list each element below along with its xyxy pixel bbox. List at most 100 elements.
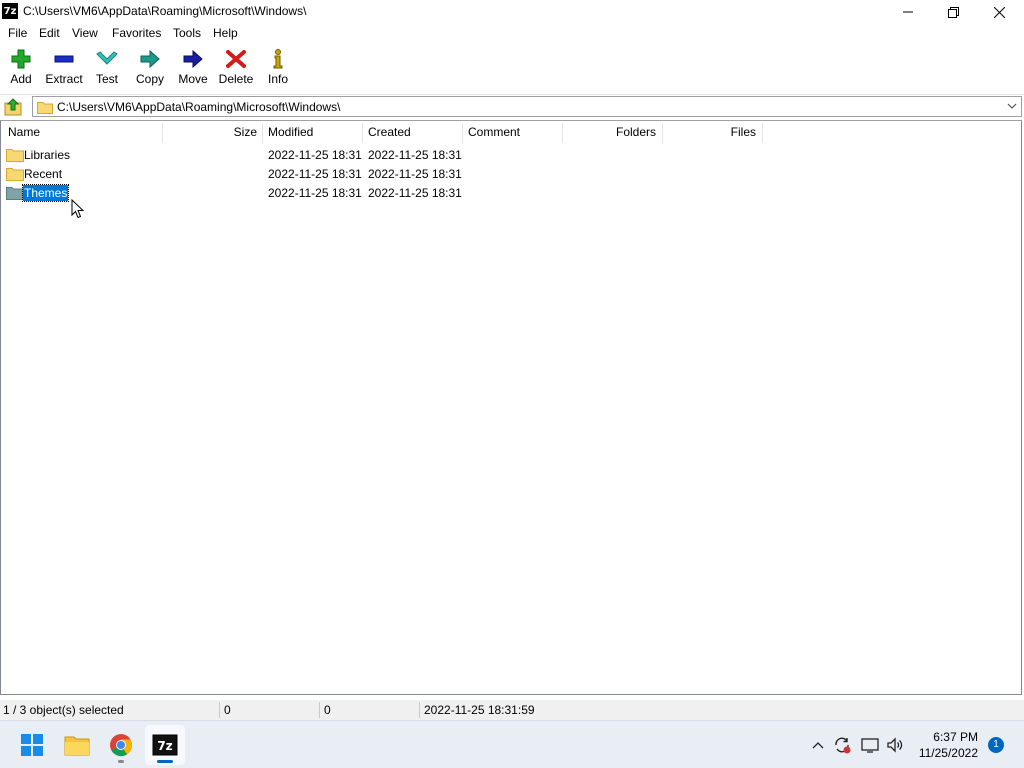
sync-error-icon bbox=[835, 737, 851, 754]
column-comment[interactable]: Comment bbox=[462, 121, 562, 143]
selection-status: 1 / 3 object(s) selected bbox=[3, 703, 124, 717]
column-divider[interactable] bbox=[762, 123, 763, 143]
file-explorer-icon bbox=[64, 736, 90, 756]
move-label: Move bbox=[178, 72, 208, 86]
chevron-down-icon bbox=[1007, 103, 1017, 109]
list-item[interactable]: Libraries 2022-11-25 18:31 2022-11-25 18… bbox=[1, 146, 1021, 165]
move-button[interactable]: Move bbox=[171, 48, 215, 92]
column-folders[interactable]: Folders bbox=[562, 121, 662, 143]
copy-icon bbox=[140, 49, 160, 69]
item-created: 2022-11-25 18:31 bbox=[368, 167, 462, 181]
column-files[interactable]: Files bbox=[662, 121, 762, 143]
file-list[interactable]: Name Size Modified Created Comment Folde… bbox=[0, 120, 1022, 695]
clock[interactable]: 6:37 PM 11/25/2022 bbox=[919, 729, 978, 761]
file-explorer-button[interactable] bbox=[57, 725, 97, 765]
status-timestamp: 2022-11-25 18:31:59 bbox=[424, 703, 535, 717]
item-modified: 2022-11-25 18:31 bbox=[268, 167, 362, 181]
test-label: Test bbox=[95, 72, 118, 86]
folder-icon bbox=[6, 149, 24, 162]
column-name[interactable]: Name bbox=[2, 121, 162, 143]
chrome-button[interactable] bbox=[101, 725, 141, 765]
folder-icon bbox=[6, 168, 24, 181]
info-label: Info bbox=[267, 72, 288, 86]
status-packed-size: 0 bbox=[324, 703, 331, 717]
speaker-icon bbox=[887, 737, 903, 753]
svg-text:7z: 7z bbox=[157, 739, 172, 753]
minimize-button[interactable] bbox=[885, 0, 931, 24]
address-bar[interactable]: C:\Users\VM6\AppData\Roaming\Microsoft\W… bbox=[32, 96, 1022, 117]
add-button[interactable]: Add bbox=[0, 48, 43, 92]
column-created[interactable]: Created bbox=[362, 121, 462, 143]
close-icon bbox=[993, 6, 1005, 18]
list-item-selected[interactable]: Themes 2022-11-25 18:31 2022-11-25 18:31 bbox=[1, 184, 1021, 203]
test-button[interactable]: Test bbox=[85, 48, 129, 92]
7zip-icon: 7z bbox=[152, 734, 178, 756]
close-button[interactable] bbox=[976, 0, 1022, 24]
clock-date: 11/25/2022 bbox=[918, 746, 978, 760]
extract-button[interactable]: Extract bbox=[42, 48, 86, 92]
7zip-taskbar-button[interactable]: 7z bbox=[145, 725, 185, 765]
menu-help[interactable]: Help bbox=[213, 26, 238, 40]
title-bar: 7z C:\Users\VM6\AppData\Roaming\Microsof… bbox=[0, 0, 1024, 24]
list-item[interactable]: Recent 2022-11-25 18:31 2022-11-25 18:31 bbox=[1, 165, 1021, 184]
start-button[interactable] bbox=[12, 725, 52, 765]
network-icon bbox=[861, 738, 879, 753]
running-indicator bbox=[157, 760, 173, 763]
info-icon bbox=[273, 49, 283, 69]
7zip-app-icon[interactable]: 7z bbox=[2, 3, 18, 19]
volume-button[interactable] bbox=[885, 735, 905, 755]
up-folder-icon bbox=[4, 98, 22, 116]
show-hidden-icons-button[interactable] bbox=[808, 735, 828, 755]
info-button[interactable]: Info bbox=[256, 48, 300, 92]
add-label: Add bbox=[10, 72, 32, 86]
test-icon bbox=[96, 51, 118, 65]
column-modified[interactable]: Modified bbox=[262, 121, 362, 143]
extract-label: Extract bbox=[45, 72, 83, 86]
address-path: C:\Users\VM6\AppData\Roaming\Microsoft\W… bbox=[57, 100, 341, 114]
restore-icon bbox=[947, 6, 959, 18]
menu-bar: File Edit View Favorites Tools Help bbox=[0, 24, 1024, 42]
item-created: 2022-11-25 18:31 bbox=[368, 148, 462, 162]
delete-label: Delete bbox=[218, 72, 254, 86]
notification-badge[interactable]: 1 bbox=[988, 737, 1004, 753]
clock-time: 6:37 PM bbox=[933, 730, 978, 744]
move-icon bbox=[183, 49, 203, 69]
restore-button[interactable] bbox=[930, 0, 976, 24]
sync-status-button[interactable] bbox=[832, 735, 852, 755]
menu-view[interactable]: View bbox=[72, 26, 98, 40]
menu-tools[interactable]: Tools bbox=[173, 26, 201, 40]
status-divider bbox=[319, 702, 320, 718]
item-modified: 2022-11-25 18:31 bbox=[268, 186, 362, 200]
start-icon bbox=[21, 734, 43, 756]
column-header: Name Size Modified Created Comment Folde… bbox=[1, 121, 1021, 143]
copy-label: Copy bbox=[135, 72, 164, 86]
add-icon bbox=[11, 49, 31, 69]
item-modified: 2022-11-25 18:31 bbox=[268, 148, 362, 162]
chevron-up-icon bbox=[812, 742, 824, 749]
minimize-icon bbox=[903, 11, 913, 13]
folder-icon bbox=[37, 102, 53, 114]
item-name: Themes bbox=[21, 184, 70, 202]
menu-edit[interactable]: Edit bbox=[39, 26, 60, 40]
menu-favorites[interactable]: Favorites bbox=[112, 26, 161, 40]
delete-button[interactable]: Delete bbox=[214, 48, 258, 92]
taskbar: 7z 6:37 PM 11/25/2022 1 bbox=[0, 720, 1024, 768]
copy-button[interactable]: Copy bbox=[128, 48, 172, 92]
up-folder-button[interactable] bbox=[2, 97, 24, 117]
item-created: 2022-11-25 18:31 bbox=[368, 186, 462, 200]
mouse-cursor-icon bbox=[71, 199, 85, 219]
delete-icon bbox=[226, 50, 246, 68]
status-divider bbox=[419, 702, 420, 718]
status-divider bbox=[219, 702, 220, 718]
address-row: C:\Users\VM6\AppData\Roaming\Microsoft\W… bbox=[0, 95, 1024, 119]
window-title: C:\Users\VM6\AppData\Roaming\Microsoft\W… bbox=[23, 4, 307, 18]
column-size[interactable]: Size bbox=[163, 121, 263, 143]
chrome-icon bbox=[110, 734, 133, 757]
status-size: 0 bbox=[224, 703, 231, 717]
toolbar: Add Extract Test Copy Move Delete Info bbox=[0, 42, 1024, 94]
item-name: Recent bbox=[24, 167, 63, 181]
status-bar: 1 / 3 object(s) selected 0 0 2022-11-25 … bbox=[0, 700, 1024, 720]
menu-file[interactable]: File bbox=[8, 26, 27, 40]
folder-icon bbox=[6, 187, 24, 200]
network-button[interactable] bbox=[860, 735, 880, 755]
